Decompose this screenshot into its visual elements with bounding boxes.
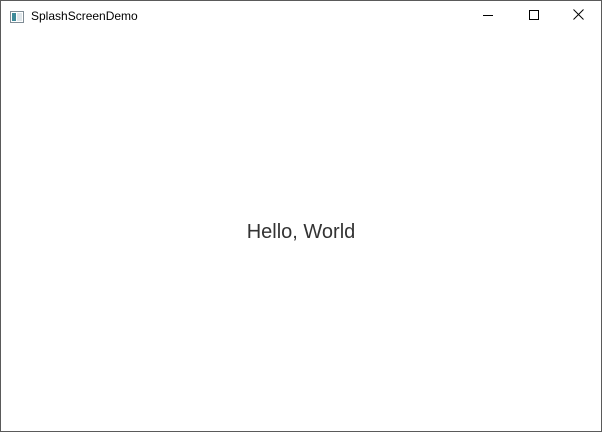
- title-bar[interactable]: SplashScreenDemo: [1, 1, 601, 31]
- app-window: SplashScreenDemo Hello, World: [0, 0, 602, 432]
- minimize-icon: [483, 7, 493, 25]
- maximize-icon: [529, 7, 539, 25]
- minimize-button[interactable]: [465, 1, 511, 31]
- window-content: Hello, World: [1, 31, 601, 431]
- window-title: SplashScreenDemo: [31, 9, 138, 23]
- close-button[interactable]: [555, 1, 601, 31]
- close-icon: [572, 7, 584, 25]
- maximize-button[interactable]: [511, 1, 557, 31]
- window-app-icon[interactable]: [10, 10, 24, 23]
- hello-message: Hello, World: [246, 221, 356, 243]
